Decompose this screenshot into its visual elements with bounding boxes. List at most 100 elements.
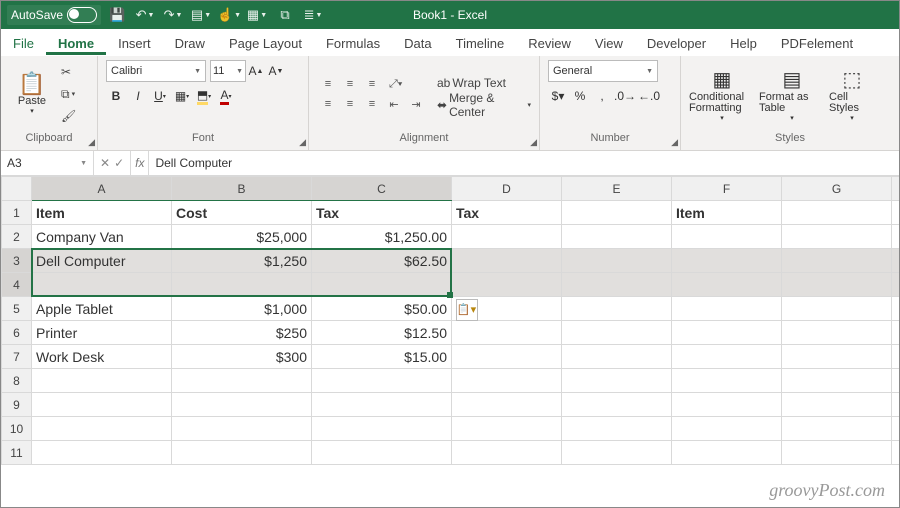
cell-H9[interactable]: [892, 393, 900, 417]
cell-G1[interactable]: [782, 201, 892, 225]
paste-button[interactable]: 📋 Paste▾: [9, 73, 55, 115]
cell-G6[interactable]: [782, 321, 892, 345]
tab-page-layout[interactable]: Page Layout: [217, 32, 314, 55]
cell-G7[interactable]: [782, 345, 892, 369]
column-header-A[interactable]: A: [32, 177, 172, 201]
cell-C7[interactable]: $15.00: [312, 345, 452, 369]
cell-D1[interactable]: Tax: [452, 201, 562, 225]
align-right-icon[interactable]: ≡: [361, 94, 383, 114]
cell-E4[interactable]: [562, 273, 672, 297]
cell-B7[interactable]: $300: [172, 345, 312, 369]
cell-E11[interactable]: [562, 441, 672, 465]
cell-H10[interactable]: [892, 417, 900, 441]
cell-B11[interactable]: [172, 441, 312, 465]
cell-C2[interactable]: $1,250.00: [312, 225, 452, 249]
cell-C9[interactable]: [312, 393, 452, 417]
add-sheet-icon[interactable]: ≣▼: [301, 3, 325, 27]
cell-G3[interactable]: [782, 249, 892, 273]
tab-pdfelement[interactable]: PDFelement: [769, 32, 865, 55]
cell-A4[interactable]: [32, 273, 172, 297]
cell-A2[interactable]: Company Van: [32, 225, 172, 249]
row-header-3[interactable]: 3: [2, 249, 32, 273]
formula-input[interactable]: Dell Computer: [149, 156, 238, 170]
row-header-9[interactable]: 9: [2, 393, 32, 417]
cell-D9[interactable]: [452, 393, 562, 417]
cell-G4[interactable]: [782, 273, 892, 297]
comma-button[interactable]: ,: [592, 86, 612, 106]
cell-B1[interactable]: Cost: [172, 201, 312, 225]
number-format-select[interactable]: General▼: [548, 60, 658, 82]
column-header-E[interactable]: E: [562, 177, 672, 201]
enter-icon[interactable]: ✓: [114, 156, 124, 170]
cell-F5[interactable]: [672, 297, 782, 321]
copy-icon[interactable]: ⧉: [61, 87, 70, 102]
percent-button[interactable]: %: [570, 86, 590, 106]
cell-B8[interactable]: [172, 369, 312, 393]
bold-button[interactable]: B: [106, 86, 126, 106]
cell-D8[interactable]: [452, 369, 562, 393]
cell-H8[interactable]: [892, 369, 900, 393]
touch-mode-icon[interactable]: ☝▼: [217, 3, 241, 27]
tab-timeline[interactable]: Timeline: [444, 32, 517, 55]
cell-B6[interactable]: $250: [172, 321, 312, 345]
cell-F4[interactable]: [672, 273, 782, 297]
column-header-C[interactable]: C: [312, 177, 452, 201]
merge-center-button[interactable]: ⬌ Merge & Center ▾: [437, 95, 531, 115]
border-button[interactable]: ▦▾: [172, 86, 192, 106]
cell-E8[interactable]: [562, 369, 672, 393]
cell-E3[interactable]: [562, 249, 672, 273]
cell-C10[interactable]: [312, 417, 452, 441]
cell-D4[interactable]: [452, 273, 562, 297]
tab-file[interactable]: File: [1, 32, 46, 55]
decrease-font-icon[interactable]: A▼: [266, 61, 286, 81]
row-header-4[interactable]: 4: [2, 273, 32, 297]
tab-data[interactable]: Data: [392, 32, 443, 55]
cell-F3[interactable]: [672, 249, 782, 273]
cell-E7[interactable]: [562, 345, 672, 369]
cell-A8[interactable]: [32, 369, 172, 393]
row-header-1[interactable]: 1: [2, 201, 32, 225]
redo-icon[interactable]: ↷▼: [161, 3, 185, 27]
tab-review[interactable]: Review: [516, 32, 583, 55]
cell-C11[interactable]: [312, 441, 452, 465]
border-icon[interactable]: ▤▼: [189, 3, 213, 27]
tab-help[interactable]: Help: [718, 32, 769, 55]
align-middle-icon[interactable]: ≡: [339, 74, 361, 94]
launcher-icon[interactable]: ◢: [530, 137, 537, 148]
cell-D3[interactable]: [452, 249, 562, 273]
cell-D6[interactable]: [452, 321, 562, 345]
cell-H4[interactable]: [892, 273, 900, 297]
cell-C5[interactable]: $50.00: [312, 297, 452, 321]
cell-F10[interactable]: [672, 417, 782, 441]
cell-A3[interactable]: Dell Computer: [32, 249, 172, 273]
save-icon[interactable]: 💾: [105, 3, 129, 27]
cut-icon[interactable]: ✂: [61, 65, 71, 79]
launcher-icon[interactable]: ◢: [671, 137, 678, 148]
tab-formulas[interactable]: Formulas: [314, 32, 392, 55]
cell-G10[interactable]: [782, 417, 892, 441]
tab-view[interactable]: View: [583, 32, 635, 55]
cell-G9[interactable]: [782, 393, 892, 417]
align-left-icon[interactable]: ≡: [317, 94, 339, 114]
cell-D10[interactable]: [452, 417, 562, 441]
cell-B4[interactable]: [172, 273, 312, 297]
increase-decimal-button[interactable]: .0→: [614, 86, 636, 106]
cancel-icon[interactable]: ✕: [100, 156, 110, 170]
font-size-select[interactable]: 11▼: [210, 60, 246, 82]
cell-G8[interactable]: [782, 369, 892, 393]
cell-C4[interactable]: [312, 273, 452, 297]
align-bottom-icon[interactable]: ≡: [361, 74, 383, 94]
format-as-table-button[interactable]: ▤Format as Table▾: [759, 67, 825, 122]
freeze-icon[interactable]: ▦▼: [245, 3, 269, 27]
row-header-2[interactable]: 2: [2, 225, 32, 249]
cell-C6[interactable]: $12.50: [312, 321, 452, 345]
cell-A5[interactable]: Apple Tablet: [32, 297, 172, 321]
column-header-B[interactable]: B: [172, 177, 312, 201]
cell-styles-button[interactable]: ⬚Cell Styles▾: [829, 67, 875, 122]
format-painter-icon[interactable]: 🖌: [61, 109, 76, 123]
cell-F8[interactable]: [672, 369, 782, 393]
cell-F7[interactable]: [672, 345, 782, 369]
column-header-H[interactable]: H: [892, 177, 900, 201]
cell-A9[interactable]: [32, 393, 172, 417]
indent-dec-icon[interactable]: ⇤: [383, 94, 405, 114]
